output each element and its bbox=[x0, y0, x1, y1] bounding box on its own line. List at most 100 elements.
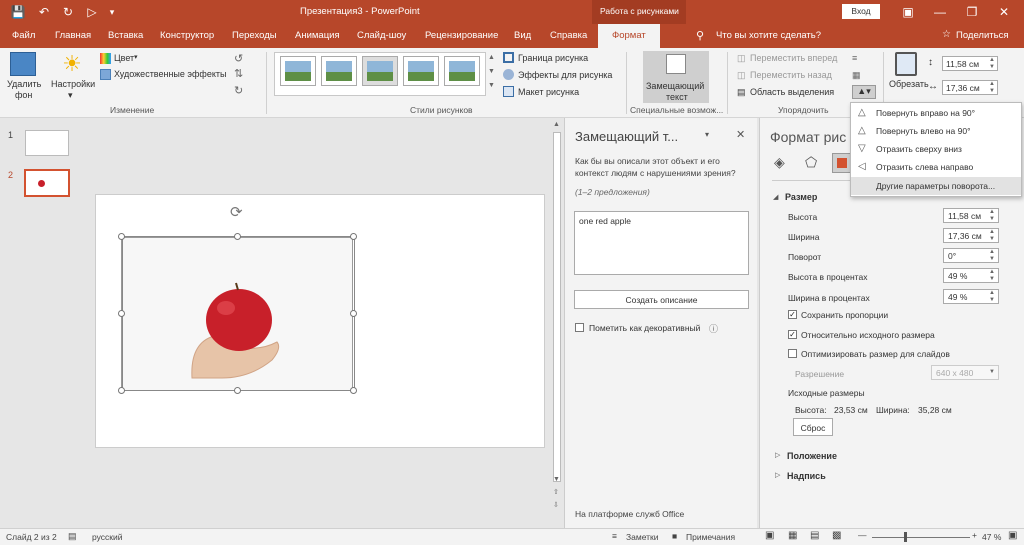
start-from-beginning-icon[interactable]: ▷ bbox=[84, 4, 100, 20]
alt-text-label[interactable]: Замещающий bbox=[646, 81, 704, 91]
corrections-label[interactable]: Настройки bbox=[51, 79, 95, 89]
fit-to-window-icon[interactable]: ▣ bbox=[1008, 530, 1017, 541]
menu-rotate-left[interactable]: △ Повернуть влево на 90° bbox=[851, 122, 1021, 140]
tab-format[interactable]: Формат bbox=[598, 24, 660, 48]
shape-height-input[interactable]: 11,58 см ▲ ▼ bbox=[942, 56, 998, 71]
maximize-icon[interactable]: ❐ bbox=[964, 4, 980, 20]
reset-picture-icon[interactable]: ↺ bbox=[234, 52, 243, 65]
alt-text-label2[interactable]: текст bbox=[666, 92, 688, 102]
height-field[interactable]: 11,58 см ▲ ▼ bbox=[943, 208, 999, 223]
spin-arrows-icon[interactable]: ▲ ▼ bbox=[989, 229, 995, 243]
decorative-checkbox[interactable] bbox=[575, 323, 584, 332]
spin-arrows-icon[interactable]: ▲ ▼ bbox=[989, 209, 995, 223]
rotation-handle-icon[interactable]: ⟳ bbox=[230, 203, 243, 221]
comments-button[interactable]: Примечания bbox=[686, 532, 735, 542]
width-field[interactable]: 17,36 см ▲ ▼ bbox=[943, 228, 999, 243]
gallery-down-icon[interactable]: ▼ bbox=[488, 68, 495, 75]
notes-icon[interactable]: ≡ bbox=[612, 531, 617, 541]
generate-description-button[interactable]: Создать описание bbox=[574, 290, 749, 309]
spin-arrows-icon[interactable]: ▲ ▼ bbox=[989, 57, 995, 71]
picture-style-2[interactable] bbox=[321, 56, 357, 86]
picture-layout-button[interactable]: Макет рисунка bbox=[518, 87, 579, 97]
color-icon[interactable] bbox=[100, 53, 111, 64]
send-backward-button[interactable]: Переместить назад bbox=[750, 70, 832, 80]
color-dropdown-icon[interactable]: ▾ bbox=[134, 53, 138, 61]
zoom-slider-thumb[interactable] bbox=[904, 532, 907, 542]
expand-caption-icon[interactable]: ▷ bbox=[775, 471, 780, 479]
zoom-out-icon[interactable]: — bbox=[858, 530, 867, 540]
notes-button[interactable]: Заметки bbox=[626, 532, 659, 542]
slide-thumbnail-2[interactable] bbox=[24, 169, 70, 197]
tell-me-search[interactable]: Что вы хотите сделать? bbox=[716, 30, 821, 41]
align-icon[interactable]: ≡ bbox=[852, 53, 857, 63]
menu-flip-horizontal[interactable]: ◁ Отразить слева направо bbox=[851, 158, 1021, 176]
info-icon[interactable]: ⓘ bbox=[709, 322, 718, 335]
relative-size-label[interactable]: Относительно исходного размера bbox=[801, 330, 935, 340]
lock-aspect-checkbox[interactable]: ✓ bbox=[788, 310, 797, 319]
optimize-checkbox[interactable] bbox=[788, 349, 797, 358]
bring-forward-icon[interactable]: ◫ bbox=[737, 53, 746, 64]
spin-arrows-icon[interactable]: ▲ ▼ bbox=[989, 81, 995, 95]
menu-rotate-right[interactable]: △ Повернуть вправо на 90° bbox=[851, 104, 1021, 122]
alt-text-icon[interactable] bbox=[666, 54, 686, 74]
color-button[interactable]: Цвет bbox=[114, 53, 134, 63]
change-picture-icon[interactable]: ↻ bbox=[234, 84, 243, 97]
tab-transitions[interactable]: Переходы bbox=[232, 30, 277, 41]
size-properties-icon[interactable] bbox=[832, 153, 852, 173]
alt-text-input[interactable]: one red apple bbox=[574, 211, 749, 275]
redo-icon[interactable]: ↻ bbox=[60, 4, 76, 20]
fill-line-icon[interactable]: ◈ bbox=[774, 154, 785, 171]
vertical-scrollbar[interactable]: ▲ ▼ ⇧ ⇩ bbox=[550, 118, 564, 528]
sign-in-button[interactable]: Вход bbox=[842, 4, 880, 19]
pane-options-icon[interactable]: ▾ bbox=[705, 130, 709, 139]
zoom-in-icon[interactable]: + bbox=[972, 530, 977, 540]
save-icon[interactable]: 💾 bbox=[10, 4, 26, 20]
resize-handle[interactable] bbox=[234, 233, 241, 240]
reset-button[interactable]: Сброс bbox=[793, 418, 833, 436]
resize-handle[interactable] bbox=[350, 233, 357, 240]
remove-bg-label2[interactable]: фон bbox=[15, 90, 32, 100]
size-section-header[interactable]: Размер bbox=[785, 192, 817, 202]
tab-file[interactable]: Файл bbox=[12, 30, 35, 41]
picture-layout-icon[interactable] bbox=[503, 86, 514, 97]
relative-size-checkbox[interactable]: ✓ bbox=[788, 330, 797, 339]
resize-handle[interactable] bbox=[118, 233, 125, 240]
group-objects-icon[interactable]: ▦ bbox=[852, 70, 861, 81]
tab-design[interactable]: Конструктор bbox=[160, 30, 214, 41]
picture-effects-button[interactable]: Эффекты для рисунка bbox=[518, 70, 612, 80]
zoom-slider[interactable] bbox=[872, 537, 970, 538]
remove-bg-label[interactable]: Удалить bbox=[7, 79, 41, 89]
gallery-up-icon[interactable]: ▲ bbox=[488, 54, 495, 61]
expand-position-icon[interactable]: ▷ bbox=[775, 451, 780, 459]
spin-arrows-icon[interactable]: ▲ ▼ bbox=[989, 249, 995, 263]
close-icon[interactable]: ✕ bbox=[996, 4, 1012, 20]
scale-height-field[interactable]: 49 % ▲ ▼ bbox=[943, 268, 999, 283]
selection-pane-button[interactable]: Область выделения bbox=[750, 87, 834, 97]
menu-more-rotation[interactable]: Другие параметры поворота... bbox=[851, 177, 1021, 195]
scroll-up-icon[interactable]: ▲ bbox=[553, 121, 560, 128]
scroll-down-icon[interactable]: ▼ bbox=[553, 476, 560, 483]
selection-pane-icon[interactable]: ▤ bbox=[737, 87, 746, 98]
resize-handle[interactable] bbox=[350, 310, 357, 317]
picture-style-1[interactable] bbox=[280, 56, 316, 86]
position-section-header[interactable]: Положение bbox=[787, 451, 837, 461]
slideshow-icon[interactable]: ▩ bbox=[832, 530, 841, 541]
spellcheck-icon[interactable]: ▤ bbox=[68, 531, 77, 542]
slide-sorter-icon[interactable]: ▦ bbox=[788, 530, 797, 541]
decorative-label[interactable]: Пометить как декоративный bbox=[589, 323, 700, 333]
minimize-icon[interactable]: — bbox=[932, 4, 948, 20]
gallery-more-icon[interactable]: ▼ bbox=[488, 82, 495, 89]
slide-canvas[interactable]: ⟳ bbox=[95, 194, 545, 448]
optimize-label[interactable]: Оптимизировать размер для слайдов bbox=[801, 349, 950, 359]
picture-border-button[interactable]: Граница рисунка bbox=[518, 53, 588, 63]
tab-slideshow[interactable]: Слайд-шоу bbox=[357, 30, 406, 41]
artistic-effects-icon[interactable] bbox=[100, 69, 111, 80]
crop-label[interactable]: Обрезать bbox=[889, 79, 929, 89]
tab-animations[interactable]: Анимация bbox=[295, 30, 340, 41]
tab-home[interactable]: Главная bbox=[55, 30, 91, 41]
resize-handle[interactable] bbox=[350, 387, 357, 394]
artistic-effects-button[interactable]: Художественные эффекты bbox=[114, 69, 226, 79]
effects-pentagon-icon[interactable]: ⬠ bbox=[805, 154, 817, 171]
tab-view[interactable]: Вид bbox=[514, 30, 531, 41]
resize-handle[interactable] bbox=[118, 387, 125, 394]
